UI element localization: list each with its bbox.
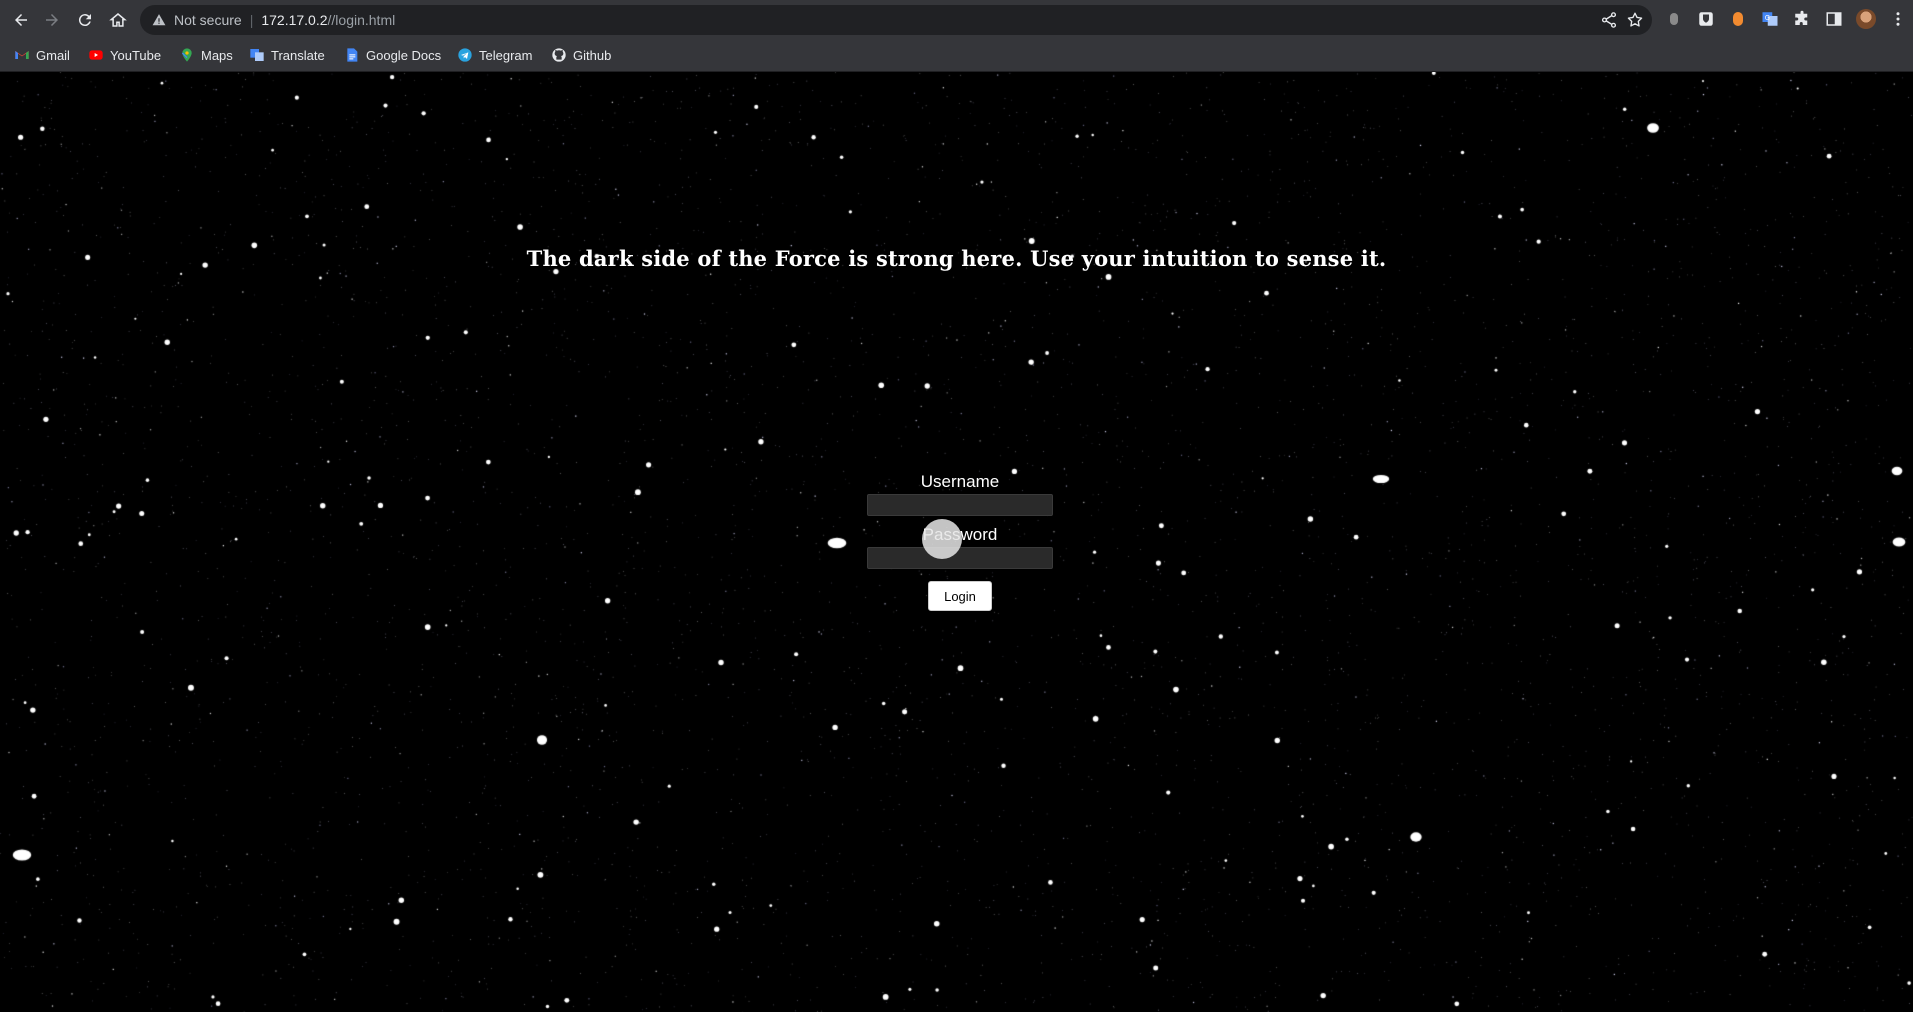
bookmark-google-docs[interactable]: Google Docs: [344, 39, 441, 71]
extension-gray-icon[interactable]: [1664, 9, 1684, 29]
home-icon: [109, 13, 127, 27]
svg-text:G: G: [1765, 14, 1770, 22]
username-label: Username: [920, 472, 1000, 491]
username-input[interactable]: [867, 494, 1053, 516]
mouse-cursor-indicator: [922, 519, 962, 559]
side-panel-icon[interactable]: [1824, 9, 1844, 29]
url-host: 172.17.0.2: [261, 12, 328, 28]
profile-avatar-icon[interactable]: [1856, 9, 1876, 29]
extension-orange-icon[interactable]: [1728, 9, 1748, 29]
url-path: //login.html: [327, 12, 396, 28]
google-docs-icon: [347, 48, 358, 62]
bookmark-star-icon[interactable]: [1626, 11, 1644, 29]
forward-button[interactable]: [40, 8, 64, 32]
translate-icon: [250, 49, 264, 61]
maps-icon: [181, 48, 192, 62]
address-bar[interactable]: Not secure | 172.17.0.2//login.html: [140, 5, 1652, 35]
back-button[interactable]: [9, 8, 33, 32]
home-button[interactable]: [106, 8, 130, 32]
bookmark-translate[interactable]: Translate: [249, 39, 325, 71]
bookmark-gmail[interactable]: Gmail: [14, 39, 70, 71]
url-text: Not secure | 172.17.0.2//login.html: [174, 12, 396, 28]
warning-icon: [152, 14, 166, 26]
telegram-icon: [458, 48, 472, 62]
bitwarden-shield-icon[interactable]: [1696, 9, 1716, 29]
reload-icon: [78, 14, 91, 27]
bookmark-maps[interactable]: Maps: [179, 39, 233, 71]
extensions-puzzle-icon[interactable]: [1792, 9, 1812, 29]
arrow-left-icon: [15, 14, 27, 26]
bookmark-telegram[interactable]: Telegram: [457, 39, 532, 71]
bookmarks-bar: Gmail YouTube Maps Translate Google Docs…: [0, 39, 1913, 72]
reload-button[interactable]: [73, 8, 97, 32]
share-icon[interactable]: [1600, 11, 1618, 29]
browser-toolbar: Not secure | 172.17.0.2//login.html G: [0, 0, 1913, 39]
page-headline: The dark side of the Force is strong her…: [526, 246, 1387, 271]
gmail-icon: [15, 51, 29, 59]
password-input[interactable]: [867, 547, 1053, 569]
github-icon: [552, 48, 566, 62]
bookmark-github[interactable]: Github: [551, 39, 611, 71]
menu-kebab-icon[interactable]: [1888, 9, 1908, 29]
security-label: Not secure: [174, 12, 242, 28]
arrow-right-icon: [46, 14, 58, 26]
youtube-icon: [89, 50, 103, 60]
login-button[interactable]: Login: [928, 581, 992, 611]
page-content: The dark side of the Force is strong her…: [0, 72, 1913, 1012]
translate-extension-icon[interactable]: G: [1760, 9, 1780, 29]
bookmark-youtube[interactable]: YouTube: [88, 39, 161, 71]
